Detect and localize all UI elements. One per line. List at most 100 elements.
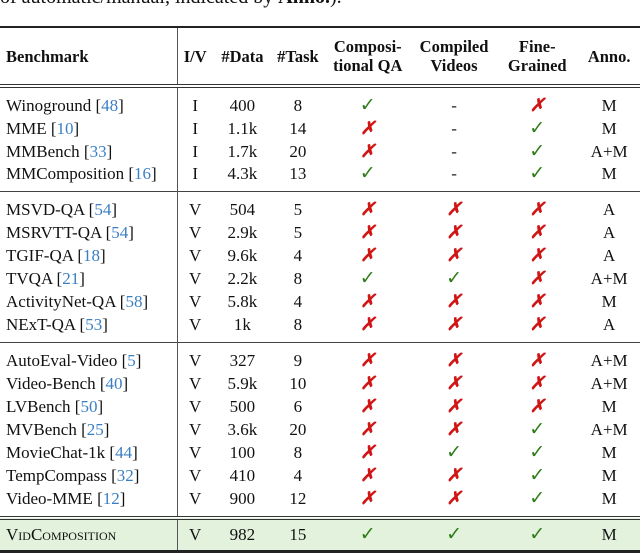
citation-link[interactable]: 54 xyxy=(111,223,128,242)
cv-cell: ✓ xyxy=(412,441,496,464)
data-cell: 3.6k xyxy=(227,419,258,439)
citation-link[interactable]: 25 xyxy=(87,420,104,439)
fg-cell: ✗ xyxy=(496,221,578,244)
anno-cell: M xyxy=(601,488,617,508)
benchmark-name-cell: Winoground [48] xyxy=(0,84,178,117)
task-cell: 8 xyxy=(293,268,303,288)
table-row: Winoground [48] I 400 8 ✓ - ✗ M xyxy=(0,84,640,117)
citation-link[interactable]: 50 xyxy=(80,397,97,416)
table-row: MMBench [33] I 1.7k 20 ✗ - ✓ A+M xyxy=(0,140,640,163)
table-row: TVQA [21] V 2.2k 8 ✓ ✓ ✗ A+M xyxy=(0,267,640,290)
data-cell: 9.6k xyxy=(227,245,258,265)
cross-icon: ✗ xyxy=(360,222,376,242)
table-body: Winoground [48] I 400 8 ✓ - ✗ M MME [10] I 1.1k 14 ✗… xyxy=(0,84,640,553)
benchmark-name: MVBench xyxy=(6,419,77,439)
citation-link[interactable]: 44 xyxy=(115,443,132,462)
fg-cell: ✗ xyxy=(496,244,578,267)
anno-cell: M xyxy=(601,164,617,183)
iv-cell: V xyxy=(189,268,202,288)
benchmark-name: NExT-QA xyxy=(6,314,76,334)
check-icon: ✓ xyxy=(529,163,546,184)
iv-cell: V xyxy=(177,342,213,372)
benchmark-name: AutoEval-Video xyxy=(6,350,118,370)
data-cell: 504 xyxy=(212,191,273,221)
cross-icon: ✗ xyxy=(529,245,545,265)
cross-icon: ✗ xyxy=(529,396,545,416)
citation-link[interactable]: 40 xyxy=(106,374,123,393)
header-compiled-videos: Compiled Videos xyxy=(412,27,496,86)
benchmark-name: MMBench xyxy=(6,141,80,161)
check-icon: ✓ xyxy=(529,524,546,545)
benchmark-name: ActivityNet-QA xyxy=(6,291,116,311)
cross-icon: ✗ xyxy=(360,314,376,334)
fg-cell: ✓ xyxy=(496,487,578,518)
table-row-ours: VidComposition V 982 15 ✓ ✓ ✓ M xyxy=(0,516,640,553)
anno-cell: M xyxy=(578,84,640,117)
fg-cell: ✗ xyxy=(496,191,579,221)
check-icon: ✓ xyxy=(446,441,462,463)
caption-fragment: of automatic/manual, indicated by Anno.)… xyxy=(0,0,342,9)
citation-link[interactable]: 18 xyxy=(83,246,100,265)
citation-link[interactable]: 5 xyxy=(127,351,136,370)
task-cell: 8 xyxy=(293,442,303,462)
cross-icon: ✗ xyxy=(529,373,545,393)
benchmark-name-cell: AutoEval-Video [5] xyxy=(0,342,178,372)
data-cell: 2.2k xyxy=(227,268,258,288)
cross-icon: ✗ xyxy=(529,314,545,334)
cross-icon: ✗ xyxy=(360,373,376,393)
cv-cell: - xyxy=(412,140,496,163)
data-cell: 1.7k xyxy=(227,141,258,161)
cqa-cell: ✗ xyxy=(324,487,412,518)
data-cell: 400 xyxy=(212,84,273,117)
citation-link[interactable]: 32 xyxy=(117,466,134,485)
benchmark-name: Video-MME xyxy=(6,488,93,508)
table-row: NExT-QA [53] V 1k 8 ✗ ✗ ✗ A xyxy=(0,313,640,343)
header-cqa-line2: tional QA xyxy=(333,56,403,75)
cv-cell: - xyxy=(412,163,496,192)
citation-link[interactable]: 16 xyxy=(134,164,151,183)
fg-cell: ✗ xyxy=(496,372,578,395)
cv-cell: ✗ xyxy=(412,221,496,244)
header-data: #Data xyxy=(221,46,264,66)
iv-cell: V xyxy=(189,373,202,393)
benchmark-name-cell: MSVD-QA [54] xyxy=(0,191,178,221)
iv-cell: V xyxy=(189,222,202,242)
check-icon: ✓ xyxy=(529,441,546,463)
data-cell: 1.1k xyxy=(227,118,258,138)
cross-icon: ✗ xyxy=(360,465,376,485)
citation-link[interactable]: 10 xyxy=(57,119,74,138)
fg-cell: ✓ xyxy=(496,140,578,163)
benchmark-name-cell: TVQA [21] xyxy=(0,267,178,290)
task-cell: 5 xyxy=(293,222,303,242)
cross-icon: ✗ xyxy=(446,199,462,219)
check-icon: ✓ xyxy=(446,524,462,545)
anno-cell: M xyxy=(601,291,617,311)
citation-link[interactable]: 53 xyxy=(85,315,102,334)
anno-cell: A xyxy=(578,191,640,221)
benchmark-name-cell: LVBench [50] xyxy=(0,395,178,418)
cross-icon: ✗ xyxy=(360,291,376,311)
benchmark-name: MSVD-QA xyxy=(6,199,85,219)
cross-icon: ✗ xyxy=(446,222,462,242)
task-cell: 10 xyxy=(289,373,307,393)
citation-link[interactable]: 33 xyxy=(90,142,107,161)
anno-cell: M xyxy=(601,396,617,416)
citation-link[interactable]: 48 xyxy=(101,96,118,115)
citation-link[interactable]: 21 xyxy=(62,269,79,288)
anno-cell: A+M xyxy=(590,141,628,161)
benchmark-name: Winoground xyxy=(6,95,92,115)
cv-cell: ✗ xyxy=(412,487,496,518)
benchmark-name-cell: ActivityNet-QA [58] xyxy=(0,290,178,313)
citation-link[interactable]: 12 xyxy=(103,489,120,508)
anno-cell: M xyxy=(578,516,640,553)
table-row: MSRVTT-QA [54] V 2.9k 5 ✗ ✗ ✗ A xyxy=(0,221,640,244)
task-cell: 14 xyxy=(289,118,307,138)
benchmark-name-cell: MSRVTT-QA [54] xyxy=(0,221,178,244)
table-row: Video-Bench [40] V 5.9k 10 ✗ ✗ ✗ A+M xyxy=(0,372,640,395)
citation-link[interactable]: 54 xyxy=(94,200,111,219)
task-cell: 20 xyxy=(289,141,307,161)
data-cell: 2.9k xyxy=(227,222,258,242)
citation-link[interactable]: 58 xyxy=(125,292,142,311)
cross-icon: ✗ xyxy=(360,141,376,161)
header-cv-line1: Compiled xyxy=(419,37,489,56)
